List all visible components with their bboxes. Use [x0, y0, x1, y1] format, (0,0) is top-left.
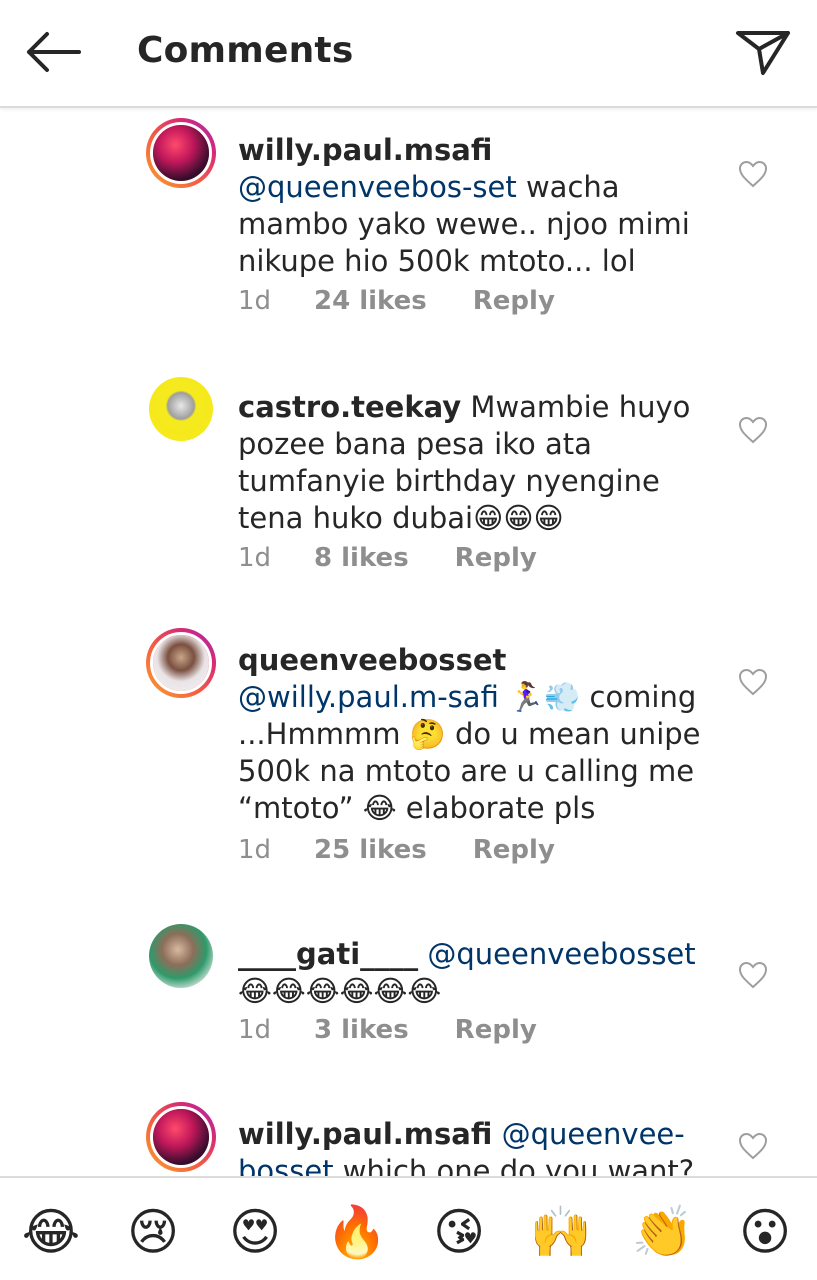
comment-username[interactable]: ____gati____	[238, 937, 418, 971]
avatar[interactable]	[146, 628, 216, 698]
comment-item: willy.paul.msafi @queenvee-bosset which …	[0, 1102, 817, 1176]
comments-screen: Comments willy.paul.msafi @queenveebos-s…	[0, 0, 817, 1280]
comment-body: castro.teekay Mwambie huyo pozee bana pe…	[238, 389, 708, 537]
heart-icon[interactable]	[735, 1128, 771, 1164]
comments-list: willy.paul.msafi @queenveebos-set wacha …	[0, 108, 817, 1176]
avatar[interactable]	[149, 924, 213, 988]
comment-mention[interactable]: @willy.paul.m-safi	[238, 680, 499, 714]
comment-item: castro.teekay Mwambie huyo pozee bana pe…	[0, 375, 817, 595]
fire-emoji-icon[interactable]: 🔥	[325, 1200, 389, 1264]
comment-likes[interactable]: 3 likes	[314, 1015, 409, 1045]
heart-icon[interactable]	[735, 412, 771, 448]
emoji-quick-bar: 😂 😢 😍 🔥 😘 🙌 👏 😮	[0, 1176, 817, 1280]
heart-icon[interactable]	[735, 957, 771, 993]
heart-eyes-emoji-icon[interactable]: 😍	[223, 1200, 287, 1264]
comment-meta: 1d 25 likes Reply	[238, 835, 555, 865]
comment-meta: 1d 24 likes Reply	[238, 286, 555, 316]
reply-button[interactable]: Reply	[473, 835, 555, 865]
comment-mention[interactable]: @queenveebosset	[427, 937, 695, 971]
clapping-hands-emoji-icon[interactable]: 👏	[631, 1200, 695, 1264]
comment-time: 1d	[238, 286, 272, 316]
comment-text: 😂😂😂😂😂😂	[238, 974, 442, 1008]
comment-body: ____gati____ @queenveebosset 😂😂😂😂😂😂	[238, 936, 708, 1010]
crying-face-emoji-icon[interactable]: 😢	[121, 1200, 185, 1264]
comment-username[interactable]: castro.teekay	[238, 390, 461, 424]
comment-body: willy.paul.msafi @queenveebos-set wacha …	[238, 132, 708, 280]
page-title: Comments	[137, 30, 354, 71]
comment-mention[interactable]: @queenveebos-set	[238, 170, 517, 204]
avatar[interactable]	[146, 1102, 216, 1172]
paper-plane-icon	[736, 31, 790, 75]
comment-time: 1d	[238, 835, 272, 865]
heart-icon[interactable]	[735, 664, 771, 700]
avatar[interactable]	[146, 118, 216, 188]
comment-body: queenveebosset @willy.paul.m-safi 🏃‍♀️💨 …	[238, 642, 708, 827]
comment-item: ____gati____ @queenveebosset 😂😂😂😂😂😂 1d 3…	[0, 922, 817, 1062]
comment-item: queenveebosset @willy.paul.m-safi 🏃‍♀️💨 …	[0, 628, 817, 888]
comment-item: willy.paul.msafi @queenveebos-set wacha …	[0, 118, 817, 348]
top-bar: Comments	[0, 0, 817, 108]
comment-body: willy.paul.msafi @queenvee-bosset which …	[238, 1116, 708, 1176]
arrow-left-icon	[27, 32, 81, 72]
comment-meta: 1d 3 likes Reply	[238, 1015, 537, 1045]
share-button[interactable]	[731, 22, 795, 82]
surprised-face-emoji-icon[interactable]: 😮	[733, 1200, 797, 1264]
comment-time: 1d	[238, 1015, 272, 1045]
kissing-face-emoji-icon[interactable]: 😘	[427, 1200, 491, 1264]
reply-button[interactable]: Reply	[455, 1015, 537, 1045]
comment-text: which one do you want?	[333, 1154, 695, 1176]
comment-time: 1d	[238, 543, 272, 573]
tears-of-joy-emoji-icon[interactable]: 😂	[19, 1200, 83, 1264]
avatar[interactable]	[149, 377, 213, 441]
comment-meta: 1d 8 likes Reply	[238, 543, 537, 573]
comment-likes[interactable]: 8 likes	[314, 543, 409, 573]
reply-button[interactable]: Reply	[473, 286, 555, 316]
comment-username[interactable]: willy.paul.msafi	[238, 133, 492, 167]
reply-button[interactable]: Reply	[455, 543, 537, 573]
back-button[interactable]	[18, 22, 88, 82]
comment-likes[interactable]: 24 likes	[314, 286, 427, 316]
comment-username[interactable]: willy.paul.msafi	[238, 1117, 492, 1151]
heart-icon[interactable]	[735, 156, 771, 192]
comment-likes[interactable]: 25 likes	[314, 835, 427, 865]
raising-hands-emoji-icon[interactable]: 🙌	[529, 1200, 593, 1264]
comment-username[interactable]: queenveebosset	[238, 643, 506, 677]
